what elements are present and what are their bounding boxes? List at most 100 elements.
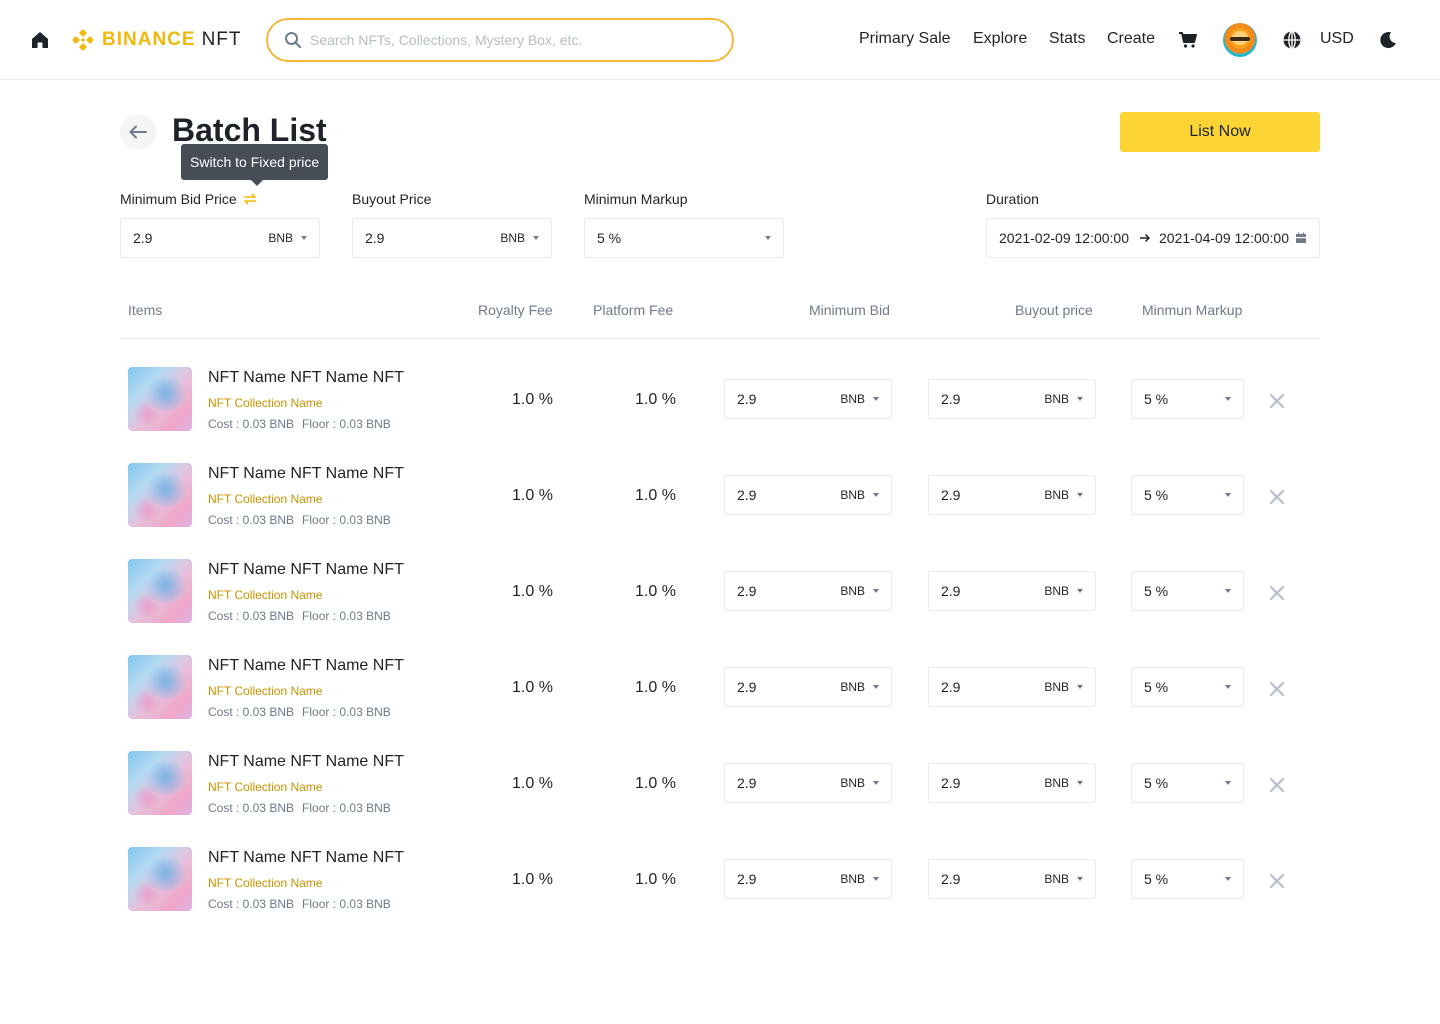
moon-icon[interactable]	[1378, 30, 1398, 50]
search-icon	[285, 32, 302, 49]
globe-icon[interactable]	[1282, 30, 1302, 50]
table-row: NFT Name NFT Name NFT NFT Collection Nam…	[0, 655, 1440, 751]
chevron-down-icon	[1077, 877, 1083, 881]
chevron-down-icon	[873, 589, 879, 593]
list-now-button[interactable]: List Now	[1120, 112, 1320, 152]
row-markup-select[interactable]: 5 %	[1131, 571, 1244, 611]
min-bid-input[interactable]: 2.9 BNB	[120, 218, 320, 258]
table-row: NFT Name NFT Name NFT NFT Collection Nam…	[0, 559, 1440, 655]
chevron-down-icon	[1225, 685, 1231, 689]
nft-thumbnail[interactable]	[128, 463, 192, 527]
table-row: NFT Name NFT Name NFT NFT Collection Nam…	[0, 367, 1440, 463]
chevron-down-icon	[1077, 493, 1083, 497]
row-buyout-input[interactable]: 2.9 BNB	[928, 859, 1096, 899]
row-min-bid-value: 2.9	[737, 487, 757, 503]
nft-meta: Cost : 0.03 BNB Floor : 0.03 BNB	[208, 417, 391, 431]
nft-collection-name[interactable]: NFT Collection Name	[208, 876, 322, 890]
chevron-down-icon	[1077, 397, 1083, 401]
chevron-down-icon	[1077, 685, 1083, 689]
row-min-bid-input[interactable]: 2.9 BNB	[724, 763, 892, 803]
buyout-value: 2.9	[365, 230, 385, 246]
buyout-unit: BNB	[500, 231, 525, 245]
row-markup-select[interactable]: 5 %	[1131, 475, 1244, 515]
nav-primary-sale[interactable]: Primary Sale	[859, 30, 951, 48]
royalty-fee: 1.0 %	[512, 487, 553, 504]
nft-thumbnail[interactable]	[128, 559, 192, 623]
chevron-down-icon	[873, 685, 879, 689]
row-min-bid-input[interactable]: 2.9 BNB	[724, 379, 892, 419]
nft-collection-name[interactable]: NFT Collection Name	[208, 396, 322, 410]
arrow-left-icon	[129, 125, 147, 139]
calendar-icon	[1296, 232, 1306, 243]
nft-collection-name[interactable]: NFT Collection Name	[208, 492, 322, 506]
row-buyout-input[interactable]: 2.9 BNB	[928, 379, 1096, 419]
row-buyout-value: 2.9	[941, 679, 961, 695]
logo-brand: BINANCE	[102, 29, 196, 50]
logo-product: NFT	[201, 29, 242, 50]
back-button[interactable]	[120, 114, 156, 150]
row-markup-value: 5 %	[1144, 679, 1169, 695]
row-buyout-input[interactable]: 2.9 BNB	[928, 475, 1096, 515]
markup-value: 5 %	[597, 230, 622, 246]
royalty-fee: 1.0 %	[512, 679, 553, 696]
row-buyout-input[interactable]: 2.9 BNB	[928, 667, 1096, 707]
row-min-bid-input[interactable]: 2.9 BNB	[724, 475, 892, 515]
home-icon[interactable]	[30, 30, 50, 50]
column-header-min-bid: Minimum Bid	[809, 302, 890, 318]
nav-explore[interactable]: Explore	[973, 30, 1027, 48]
user-avatar[interactable]	[1223, 23, 1257, 57]
binance-nft-logo[interactable]: BINANCE NFT	[70, 27, 242, 53]
min-bid-label-text: Minimum Bid Price	[120, 191, 237, 207]
nft-thumbnail[interactable]	[128, 367, 192, 431]
close-icon[interactable]	[1269, 585, 1285, 601]
row-markup-select[interactable]: 5 %	[1131, 379, 1244, 419]
nft-collection-name[interactable]: NFT Collection Name	[208, 684, 322, 698]
row-buyout-unit: BNB	[1044, 776, 1069, 790]
search-input[interactable]	[310, 32, 710, 48]
row-min-bid-input[interactable]: 2.9 BNB	[724, 571, 892, 611]
platform-fee: 1.0 %	[635, 679, 676, 696]
nft-name: NFT Name NFT Name NFT	[208, 561, 404, 578]
chevron-down-icon	[765, 236, 771, 240]
close-icon[interactable]	[1269, 489, 1285, 505]
nft-meta: Cost : 0.03 BNB Floor : 0.03 BNB	[208, 705, 391, 719]
duration-picker[interactable]: 2021-02-09 12:00:00 2021-04-09 12:00:00	[986, 218, 1320, 258]
markup-select[interactable]: 5 %	[584, 218, 784, 258]
row-markup-value: 5 %	[1144, 775, 1169, 791]
nft-collection-name[interactable]: NFT Collection Name	[208, 588, 322, 602]
row-min-bid-value: 2.9	[737, 775, 757, 791]
royalty-fee: 1.0 %	[512, 391, 553, 408]
table-row: NFT Name NFT Name NFT NFT Collection Nam…	[0, 463, 1440, 559]
chevron-down-icon	[1225, 781, 1231, 785]
nft-collection-name[interactable]: NFT Collection Name	[208, 780, 322, 794]
buyout-input[interactable]: 2.9 BNB	[352, 218, 552, 258]
swap-icon[interactable]	[243, 193, 257, 205]
nft-thumbnail[interactable]	[128, 655, 192, 719]
nav-create[interactable]: Create	[1107, 30, 1155, 48]
close-icon[interactable]	[1269, 393, 1285, 409]
nft-thumbnail[interactable]	[128, 847, 192, 911]
duration-start: 2021-02-09 12:00:00	[999, 230, 1129, 246]
duration-end: 2021-04-09 12:00:00	[1159, 230, 1289, 246]
close-icon[interactable]	[1269, 873, 1285, 889]
nav-stats[interactable]: Stats	[1049, 30, 1085, 48]
cart-icon[interactable]	[1178, 30, 1198, 50]
nft-name: NFT Name NFT Name NFT	[208, 369, 404, 386]
markup-label: Minimun Markup	[584, 191, 688, 207]
close-icon[interactable]	[1269, 777, 1285, 793]
nft-thumbnail[interactable]	[128, 751, 192, 815]
row-markup-select[interactable]: 5 %	[1131, 763, 1244, 803]
chevron-down-icon	[1077, 589, 1083, 593]
row-markup-select[interactable]: 5 %	[1131, 667, 1244, 707]
close-icon[interactable]	[1269, 681, 1285, 697]
row-min-bid-unit: BNB	[840, 680, 865, 694]
row-min-bid-input[interactable]: 2.9 BNB	[724, 859, 892, 899]
search-bar[interactable]	[266, 18, 734, 62]
row-buyout-input[interactable]: 2.9 BNB	[928, 571, 1096, 611]
row-buyout-input[interactable]: 2.9 BNB	[928, 763, 1096, 803]
platform-fee: 1.0 %	[635, 583, 676, 600]
row-min-bid-unit: BNB	[840, 584, 865, 598]
row-min-bid-input[interactable]: 2.9 BNB	[724, 667, 892, 707]
row-markup-select[interactable]: 5 %	[1131, 859, 1244, 899]
currency-selector[interactable]: USD	[1320, 30, 1354, 48]
